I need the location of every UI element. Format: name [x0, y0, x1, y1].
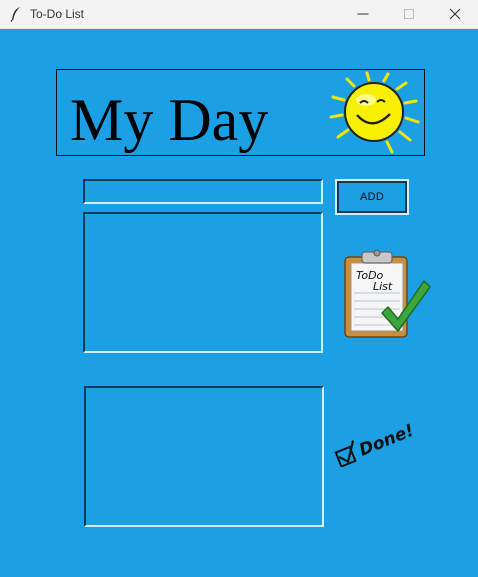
minimize-button[interactable] [340, 0, 386, 29]
todo-clipboard-icon: ToDo List [344, 249, 431, 338]
maximize-button[interactable] [386, 0, 432, 29]
todo-listbox[interactable] [83, 212, 323, 353]
clipboard-line2: List [373, 280, 393, 293]
close-icon [449, 8, 461, 20]
banner: My Day [56, 69, 425, 156]
close-button[interactable] [432, 0, 478, 29]
maximize-icon [404, 9, 414, 19]
minimize-icon [357, 13, 369, 15]
add-button[interactable]: ADD [335, 179, 409, 215]
add-button-label: ADD [359, 191, 385, 203]
feather-icon [10, 7, 20, 22]
done-checkbox-icon: Done! [334, 421, 417, 467]
window-title: To-Do List [30, 7, 85, 21]
sun-icon [329, 71, 420, 154]
window-titlebar[interactable]: To-Do List [0, 0, 478, 29]
page-title: My Day [70, 87, 269, 153]
done-label: Done! [356, 421, 417, 461]
task-input[interactable] [83, 179, 323, 204]
done-listbox[interactable] [84, 386, 324, 527]
